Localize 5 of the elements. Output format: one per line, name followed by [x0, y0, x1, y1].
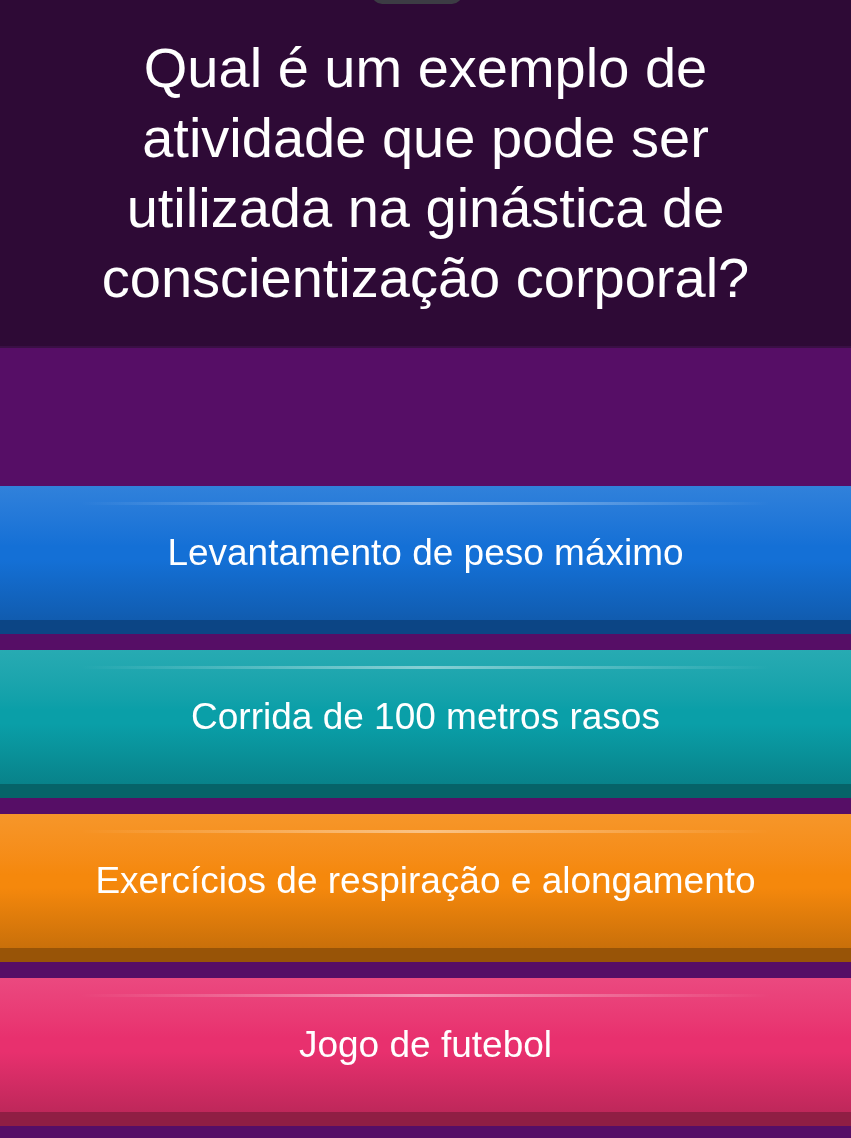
answer-button[interactable]: Levantamento de peso máximo — [0, 486, 851, 634]
question-text: Qual é um exemplo de atividade que pode ser utilizada na ginástica de conscientização corporal? — [100, 35, 751, 311]
answer-button[interactable]: Exercícios de respiração e alongamento — [0, 814, 851, 962]
answer-button[interactable]: Jogo de futebol — [0, 978, 851, 1126]
answer-button[interactable]: Corrida de 100 metros rasos — [0, 650, 851, 798]
